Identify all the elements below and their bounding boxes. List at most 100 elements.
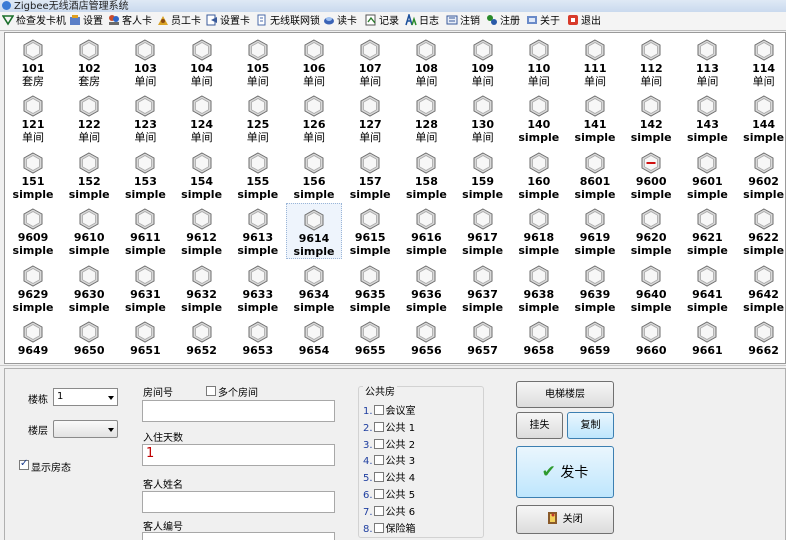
room-9616[interactable]: 9616 simple — [398, 203, 454, 259]
room-111[interactable]: 111 单间 — [567, 34, 623, 90]
toolbar-record-button[interactable]: 记录 — [365, 13, 399, 30]
room-9614[interactable]: 9614 simple — [286, 203, 342, 260]
public-room-checkbox[interactable] — [373, 438, 384, 449]
toolbar-read-card-button[interactable]: 读卡 — [323, 13, 357, 30]
room-9613[interactable]: 9613 simple — [230, 203, 286, 259]
room-123[interactable]: 123 单间 — [117, 90, 173, 146]
toolbar-cancel-card-button[interactable]: 注销 — [446, 13, 480, 30]
room-108[interactable]: 108 单间 — [398, 34, 454, 90]
room-160[interactable]: 160 simple — [511, 147, 567, 203]
room-114[interactable]: 114 单间 — [736, 34, 785, 90]
room-number-field[interactable] — [142, 400, 335, 422]
room-9660[interactable]: 9660 — [623, 316, 679, 363]
room-142[interactable]: 142 simple — [623, 90, 679, 146]
room-9612[interactable]: 9612 simple — [174, 203, 230, 259]
toolbar-guest-card-button[interactable]: 客人卡 — [108, 13, 152, 30]
public-room-checkbox[interactable] — [373, 405, 384, 415]
toolbar-staff-card-button[interactable]: 员工卡 — [157, 13, 201, 30]
room-9621[interactable]: 9621 simple — [679, 203, 735, 259]
room-155[interactable]: 155 simple — [230, 147, 286, 203]
public-room-item[interactable]: 2. 公共 1 — [363, 419, 415, 434]
room-9601[interactable]: 9601 simple — [679, 147, 735, 203]
room-9658[interactable]: 9658 — [511, 316, 567, 363]
toolbar-settings-button[interactable]: 设置 — [69, 13, 103, 30]
room-9641[interactable]: 9641 simple — [679, 260, 735, 316]
room-9656[interactable]: 9656 — [398, 316, 454, 363]
room-9619[interactable]: 9619 simple — [567, 203, 623, 259]
room-156[interactable]: 156 simple — [286, 147, 342, 203]
toolbar-exit-button[interactable]: 退出 — [567, 13, 601, 30]
room-126[interactable]: 126 单间 — [286, 90, 342, 146]
room-9662[interactable]: 9662 — [736, 316, 785, 363]
room-143[interactable]: 143 simple — [679, 90, 735, 146]
room-153[interactable]: 153 simple — [117, 147, 173, 203]
room-9620[interactable]: 9620 simple — [623, 203, 679, 259]
public-room-checkbox[interactable] — [373, 522, 384, 533]
room-122[interactable]: 122 单间 — [61, 90, 117, 146]
room-9609[interactable]: 9609 simple — [5, 203, 61, 259]
guest-name-field[interactable] — [142, 491, 335, 513]
public-room-item[interactable]: 3. 公共 2 — [363, 436, 415, 451]
public-room-checkbox[interactable] — [373, 472, 384, 483]
room-159[interactable]: 159 simple — [455, 147, 511, 203]
public-room-checkbox[interactable] — [373, 455, 384, 466]
close-button[interactable]: 关闭 — [516, 505, 614, 534]
room-9640[interactable]: 9640 simple — [623, 260, 679, 316]
room-9657[interactable]: 9657 — [455, 316, 511, 363]
room-141[interactable]: 141 simple — [567, 90, 623, 146]
room-127[interactable]: 127 单间 — [342, 90, 398, 146]
room-9636[interactable]: 9636 simple — [398, 260, 454, 316]
room-102[interactable]: 102 套房 — [61, 34, 117, 90]
room-105[interactable]: 105 单间 — [230, 34, 286, 90]
toolbar-log-button[interactable]: 日志 — [405, 13, 439, 30]
building-select[interactable]: 1 — [53, 388, 118, 406]
room-9610[interactable]: 9610 simple — [61, 203, 117, 259]
room-9631[interactable]: 9631 simple — [117, 260, 173, 316]
room-144[interactable]: 144 simple — [736, 90, 785, 146]
toolbar-about-button[interactable]: 关于 — [526, 13, 560, 30]
room-9633[interactable]: 9633 simple — [230, 260, 286, 316]
room-9600[interactable]: 9600 simple — [623, 147, 679, 203]
room-113[interactable]: 113 单间 — [679, 34, 735, 90]
room-9611[interactable]: 9611 simple — [117, 203, 173, 259]
room-124[interactable]: 124 单间 — [174, 90, 230, 146]
public-room-checkbox[interactable] — [373, 489, 384, 499]
room-9617[interactable]: 9617 simple — [455, 203, 511, 259]
room-104[interactable]: 104 单间 — [174, 34, 230, 90]
room-9642[interactable]: 9642 simple — [736, 260, 785, 316]
room-9637[interactable]: 9637 simple — [455, 260, 511, 316]
room-140[interactable]: 140 simple — [511, 90, 567, 146]
floor-select[interactable] — [53, 420, 118, 438]
room-9635[interactable]: 9635 simple — [342, 260, 398, 316]
room-9659[interactable]: 9659 — [567, 316, 623, 363]
public-room-item[interactable]: 7. 公共 6 — [363, 503, 415, 518]
public-room-item[interactable]: 8. 保险箱 — [363, 520, 416, 535]
toolbar-wireless-lock-button[interactable]: 无线联网锁 — [256, 13, 320, 30]
room-157[interactable]: 157 simple — [342, 147, 398, 203]
room-9651[interactable]: 9651 — [117, 316, 173, 363]
room-106[interactable]: 106 单间 — [286, 34, 342, 90]
room-101[interactable]: 101 套房 — [5, 34, 61, 90]
multi-room-checkbox[interactable] — [206, 386, 216, 396]
room-158[interactable]: 158 simple — [398, 147, 454, 203]
public-room-item[interactable]: 6. 公共 5 — [363, 486, 415, 501]
stay-days-field[interactable]: 1 — [142, 444, 335, 466]
room-130[interactable]: 130 单间 — [455, 90, 511, 146]
room-9655[interactable]: 9655 — [342, 316, 398, 363]
room-103[interactable]: 103 单间 — [117, 34, 173, 90]
toolbar-setting-card-button[interactable]: 设置卡 — [206, 13, 250, 30]
room-107[interactable]: 107 单间 — [342, 34, 398, 90]
report-loss-button[interactable]: 挂失 — [516, 412, 563, 439]
room-112[interactable]: 112 单间 — [623, 34, 679, 90]
public-room-checkbox[interactable] — [373, 505, 384, 516]
public-room-checkbox[interactable] — [373, 421, 384, 432]
room-109[interactable]: 109 单间 — [455, 34, 511, 90]
room-9638[interactable]: 9638 simple — [511, 260, 567, 316]
room-9629[interactable]: 9629 simple — [5, 260, 61, 316]
public-room-item[interactable]: 5. 公共 4 — [363, 469, 415, 484]
toolbar-register-button[interactable]: 注册 — [486, 13, 520, 30]
room-9618[interactable]: 9618 simple — [511, 203, 567, 259]
room-8601[interactable]: 8601 simple — [567, 147, 623, 203]
room-110[interactable]: 110 单间 — [511, 34, 567, 90]
room-152[interactable]: 152 simple — [61, 147, 117, 203]
